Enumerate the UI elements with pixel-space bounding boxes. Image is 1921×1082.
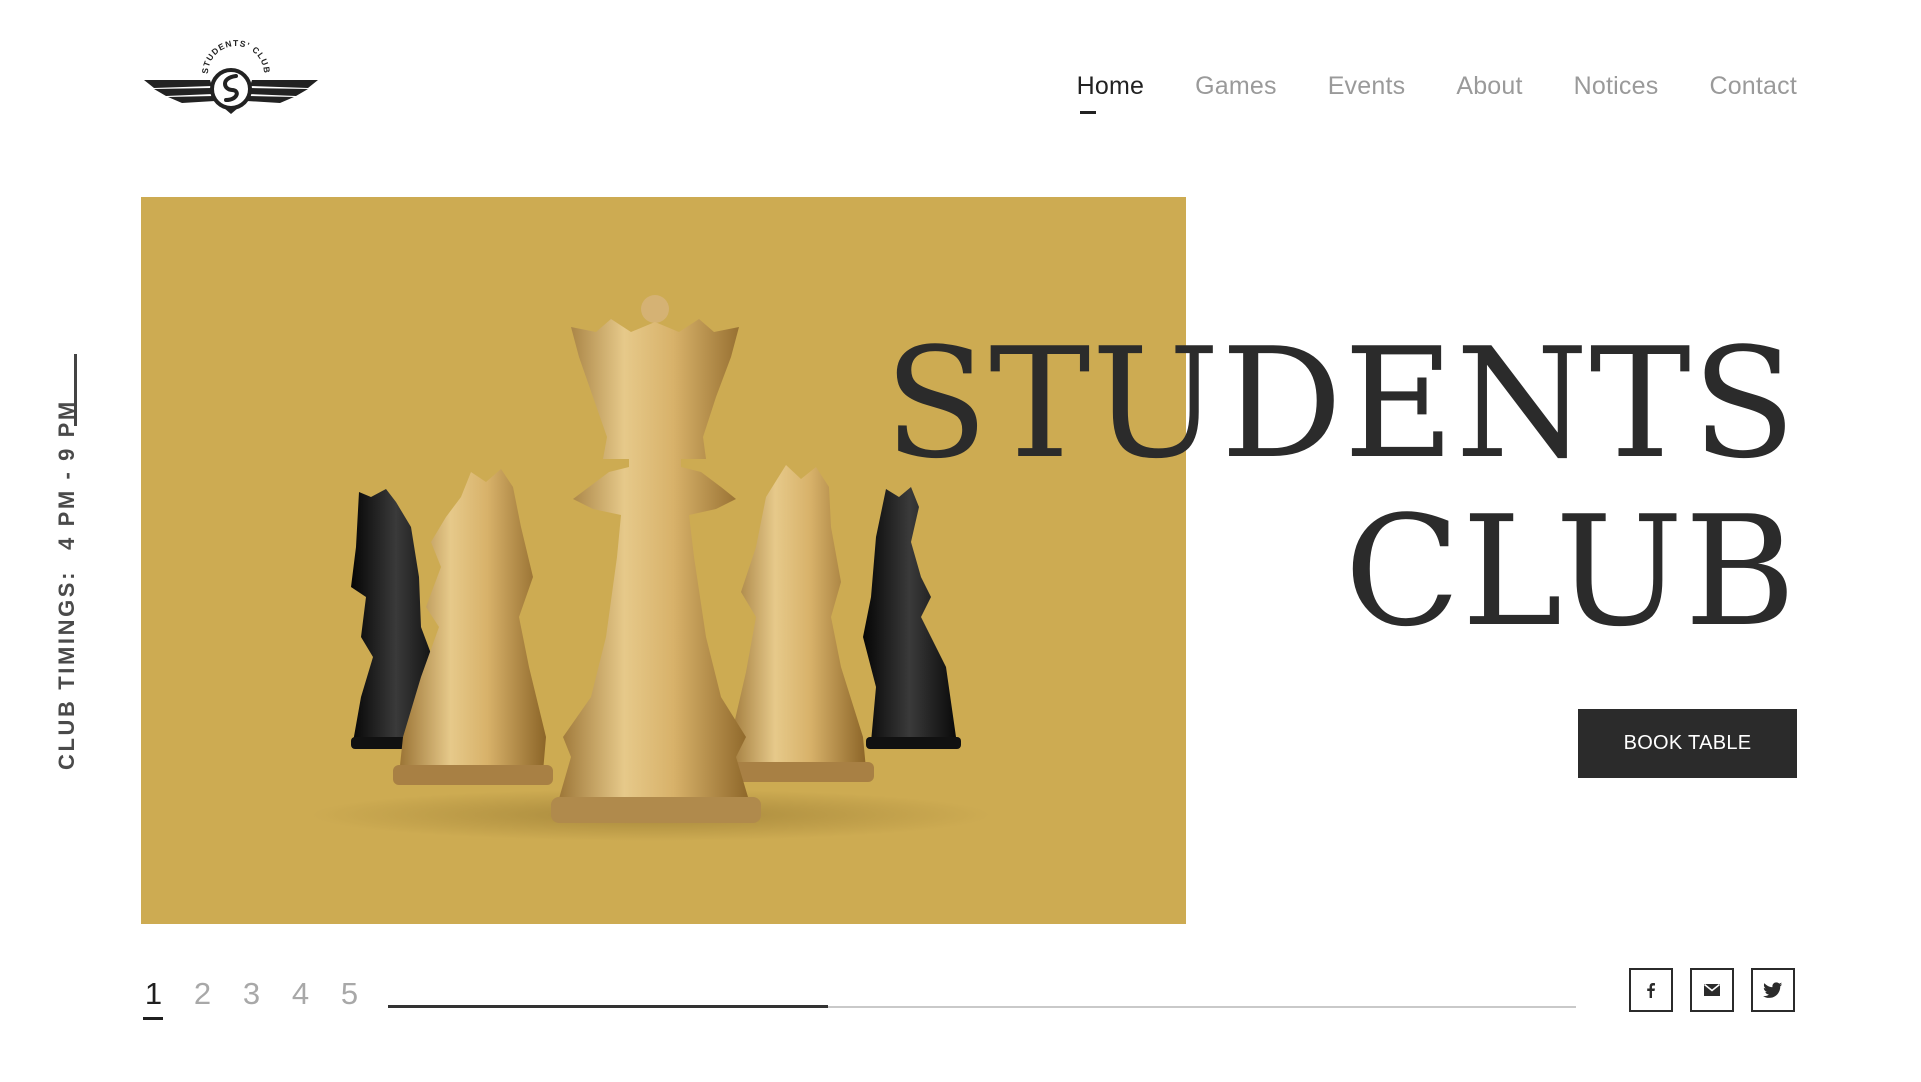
pager-page-1[interactable]: 1 (143, 976, 164, 1020)
slide-progress-track (388, 1005, 1576, 1008)
hero-title-line2: CLUB (1344, 483, 1797, 660)
facebook-button[interactable] (1629, 968, 1673, 1012)
slide-pager: 1 2 3 4 5 (143, 976, 388, 1020)
mail-icon (1704, 983, 1720, 996)
nav-about[interactable]: About (1456, 62, 1522, 110)
nav-contact[interactable]: Contact (1709, 62, 1797, 110)
nav-games[interactable]: Games (1195, 62, 1277, 110)
timings-hours: 4 PM - 9 PM (54, 399, 79, 550)
slide-progress-fill (388, 1005, 828, 1008)
twitter-button[interactable] (1751, 968, 1795, 1012)
club-logo-emblem: STUDENTS' CLUB (144, 38, 318, 114)
pager-page-3[interactable]: 3 (241, 976, 262, 1012)
timings-label: CLUB TIMINGS: (54, 569, 79, 770)
club-timings: CLUB TIMINGS: 4 PM - 9 PM (54, 399, 80, 770)
nav-events[interactable]: Events (1328, 62, 1406, 110)
nav-home[interactable]: Home (1077, 62, 1145, 114)
hero-title: STUDENTS CLUB (884, 320, 1797, 656)
hero-title-line1: STUDENTS (884, 315, 1797, 492)
mail-button[interactable] (1690, 968, 1734, 1012)
twitter-icon (1763, 981, 1783, 998)
social-links (1629, 968, 1795, 1012)
nav-notices[interactable]: Notices (1574, 62, 1659, 110)
pager-page-4[interactable]: 4 (290, 976, 311, 1012)
main-nav: Home Games Events About Notices Contact (1026, 62, 1797, 114)
pager-page-2[interactable]: 2 (192, 976, 213, 1012)
wood-queen (551, 295, 761, 823)
club-logo[interactable]: STUDENTS' CLUB (140, 36, 322, 114)
pager-page-5[interactable]: 5 (339, 976, 360, 1012)
book-table-button[interactable]: BOOK TABLE (1578, 709, 1797, 778)
facebook-icon (1647, 983, 1655, 998)
